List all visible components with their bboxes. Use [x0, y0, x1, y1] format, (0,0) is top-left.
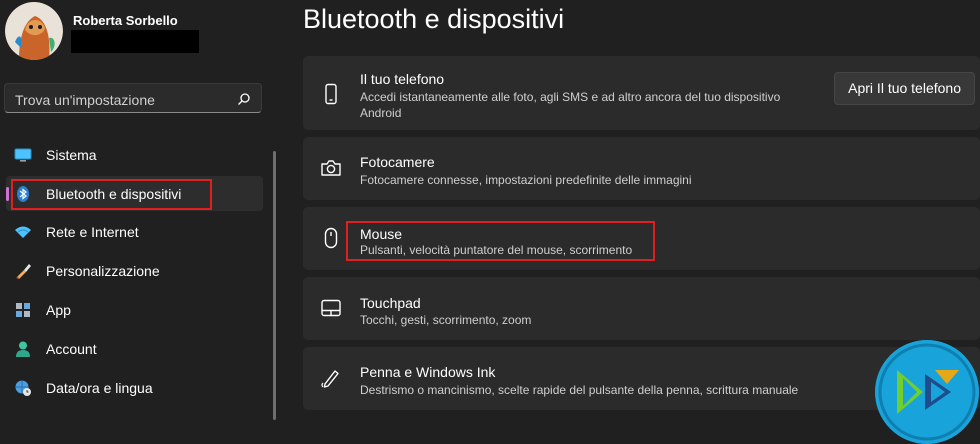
wifi-icon — [15, 226, 31, 238]
mouse-icon — [324, 227, 338, 249]
sidebar-item-data-ora[interactable]: Data/ora e lingua — [6, 370, 263, 405]
person-icon — [16, 341, 30, 357]
apps-icon — [16, 303, 30, 317]
card-fotocamere[interactable]: Fotocamere Fotocamere connesse, impostaz… — [303, 137, 980, 200]
brush-icon — [16, 264, 31, 279]
watermark-logo — [875, 340, 979, 444]
touchpad-icon — [321, 299, 341, 317]
card-title: Touchpad — [360, 295, 421, 311]
camera-icon — [321, 160, 341, 176]
globe-clock-icon — [15, 380, 31, 396]
card-touchpad[interactable]: Touchpad Tocchi, gesti, scorrimento, zoo… — [303, 277, 980, 340]
sidebar-item-rete[interactable]: Rete e Internet — [6, 214, 263, 249]
page-title: Bluetooth e dispositivi — [303, 4, 565, 34]
sidebar-item-sistema[interactable]: Sistema — [6, 137, 263, 172]
card-description: Destrismo o mancinismo, scelte rapide de… — [360, 383, 799, 397]
card-title: Penna e Windows Ink — [360, 364, 496, 380]
highlight-box-mouse — [346, 221, 655, 261]
card-il-tuo-telefono[interactable]: Il tuo telefono Accedi istantaneamente a… — [303, 56, 980, 130]
sidebar-item-label: Personalizzazione — [46, 263, 160, 279]
sidebar: Roberta Sorbello Trova un'impostazione S… — [0, 0, 278, 420]
sidebar-item-label: App — [46, 302, 71, 318]
monitor-icon — [14, 148, 32, 162]
pen-icon — [321, 370, 339, 388]
avatar[interactable] — [5, 2, 63, 60]
sidebar-item-label: Account — [46, 341, 97, 357]
card-description: Fotocamere connesse, impostazioni predef… — [360, 173, 692, 187]
search-placeholder: Trova un'impostazione — [15, 92, 155, 108]
card-title: Il tuo telefono — [360, 71, 445, 87]
selection-indicator — [6, 187, 9, 201]
open-phone-button[interactable]: Apri Il tuo telefono — [834, 72, 975, 105]
user-name: Roberta Sorbello — [73, 13, 178, 28]
card-title: Fotocamere — [360, 154, 435, 170]
search-input[interactable]: Trova un'impostazione — [4, 83, 262, 113]
card-description: Accedi istantaneamente alle foto, agli S… — [360, 90, 781, 120]
sidebar-item-label: Data/ora e lingua — [46, 380, 153, 396]
search-icon — [238, 93, 250, 105]
sidebar-scrollbar[interactable] — [273, 151, 276, 420]
highlight-box-sidebar — [11, 179, 212, 210]
sidebar-item-label: Rete e Internet — [46, 224, 139, 240]
phone-icon — [325, 83, 337, 105]
sidebar-item-app[interactable]: App — [6, 292, 263, 327]
sidebar-item-label: Sistema — [46, 147, 97, 163]
card-description: Tocchi, gesti, scorrimento, zoom — [360, 313, 532, 327]
sidebar-item-account[interactable]: Account — [6, 331, 263, 366]
user-email-redacted — [71, 30, 199, 53]
sidebar-item-personalizzazione[interactable]: Personalizzazione — [6, 253, 263, 288]
